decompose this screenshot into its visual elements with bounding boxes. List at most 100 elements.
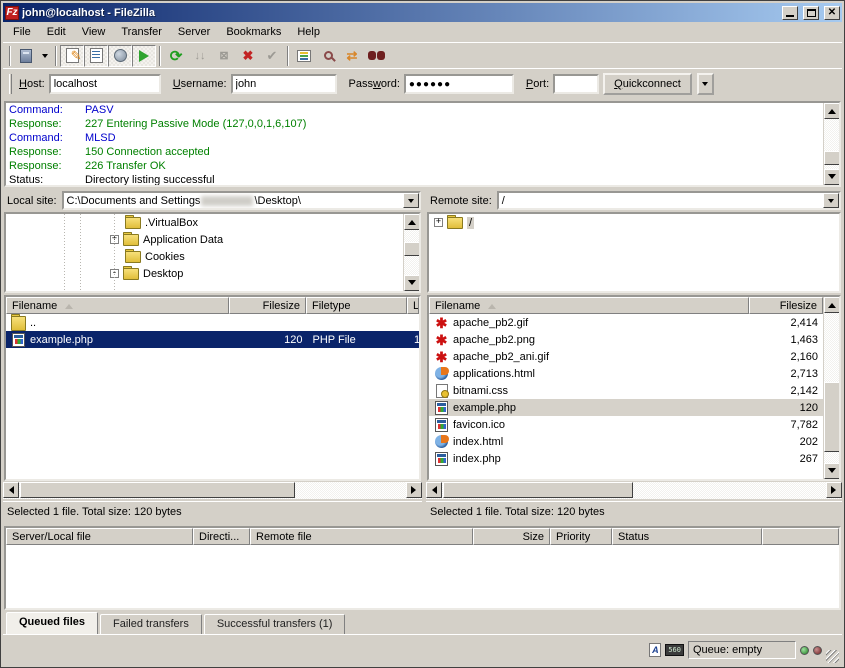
column-header-direction[interactable]: Directi... xyxy=(193,528,250,545)
remote-file-row-selected[interactable]: example.php120 xyxy=(429,399,823,416)
scroll-down-button[interactable] xyxy=(824,463,840,479)
tree-item[interactable]: Cookies xyxy=(6,248,419,265)
filter-button[interactable] xyxy=(292,45,316,67)
close-button[interactable]: ✕ xyxy=(824,6,840,20)
toolbar-grip[interactable] xyxy=(9,74,12,94)
process-queue-button[interactable]: ↓↓ xyxy=(188,45,212,67)
chevron-down-icon xyxy=(408,199,414,206)
scroll-up-button[interactable] xyxy=(404,214,420,230)
menu-view[interactable]: View xyxy=(74,23,114,41)
menu-edit[interactable]: Edit xyxy=(39,23,74,41)
find-files-button[interactable] xyxy=(364,45,388,67)
recheck-button[interactable]: ✔ xyxy=(260,45,284,67)
file-size: 120 xyxy=(749,399,823,416)
toggle-message-log-button[interactable]: ✎ xyxy=(60,45,84,67)
scroll-up-button[interactable] xyxy=(824,297,840,313)
scroll-thumb[interactable] xyxy=(404,242,420,256)
remote-list-scrollbar[interactable] xyxy=(823,297,839,479)
maximize-button[interactable] xyxy=(803,6,819,20)
menu-bookmarks[interactable]: Bookmarks xyxy=(218,23,289,41)
host-input[interactable] xyxy=(49,74,161,94)
expand-icon[interactable]: + xyxy=(434,218,443,227)
synchronized-browsing-button[interactable]: ⇄ xyxy=(340,45,364,67)
file-name: favicon.ico xyxy=(453,419,505,431)
column-header-priority[interactable]: Priority xyxy=(550,528,612,545)
port-input[interactable] xyxy=(553,74,599,94)
menu-server[interactable]: Server xyxy=(170,23,218,41)
remote-file-row[interactable]: favicon.ico7,782 xyxy=(429,416,823,433)
speed-limit-indicator[interactable]: 560 xyxy=(665,642,684,658)
column-header-size[interactable]: Size xyxy=(473,528,550,545)
column-header-lastmodified[interactable]: L xyxy=(407,297,419,314)
column-header-filename[interactable]: Filename xyxy=(429,297,749,314)
html-file-icon xyxy=(435,435,448,448)
remote-path-combo[interactable]: / xyxy=(497,191,841,210)
column-header-filetype[interactable]: Filetype xyxy=(306,297,407,314)
tree-item[interactable]: .VirtualBox xyxy=(6,214,419,231)
quickconnect-dropdown[interactable] xyxy=(697,73,714,95)
minimize-button[interactable] xyxy=(782,6,798,20)
quickconnect-button[interactable]: Quickconnect xyxy=(603,73,692,95)
column-header-filesize[interactable]: Filesize xyxy=(749,297,823,314)
scroll-right-button[interactable] xyxy=(406,482,422,498)
local-tree-scrollbar[interactable] xyxy=(403,214,419,291)
toggle-remote-tree-button[interactable] xyxy=(108,45,132,67)
scroll-thumb[interactable] xyxy=(824,382,840,452)
local-file-row[interactable]: .. xyxy=(6,314,419,331)
tab-successful-transfers[interactable]: Successful transfers (1) xyxy=(204,614,346,634)
scroll-down-button[interactable] xyxy=(824,169,840,185)
scroll-left-button[interactable] xyxy=(426,482,442,498)
tree-item[interactable]: +Application Data xyxy=(6,231,419,248)
scroll-up-button[interactable] xyxy=(824,103,840,119)
disconnect-button[interactable]: ✖ xyxy=(236,45,260,67)
queue-arrow-icon xyxy=(139,50,155,62)
quickconnect-bar: Host: Username: Password: Port: Quickcon… xyxy=(3,68,842,99)
scroll-thumb[interactable] xyxy=(443,482,633,498)
column-header-filename[interactable]: Filename xyxy=(6,297,229,314)
column-header-status[interactable]: Status xyxy=(612,528,762,545)
tree-item[interactable]: -Desktop xyxy=(6,265,419,282)
remote-file-row[interactable]: index.php267 xyxy=(429,450,823,467)
local-path-dropdown[interactable] xyxy=(403,193,419,208)
log-scrollbar[interactable] xyxy=(823,103,839,185)
remote-file-row[interactable]: ✱apache_pb2.gif2,414 xyxy=(429,314,823,331)
remote-file-row[interactable]: ✱apache_pb2_ani.gif2,160 xyxy=(429,348,823,365)
password-input[interactable] xyxy=(404,74,514,94)
local-horizontal-scrollbar[interactable] xyxy=(3,482,422,499)
cancel-operation-button[interactable]: ⊠ xyxy=(212,45,236,67)
tab-failed-transfers[interactable]: Failed transfers xyxy=(100,614,202,634)
remote-file-row[interactable]: applications.html2,713 xyxy=(429,365,823,382)
column-header-server-local-file[interactable]: Server/Local file xyxy=(6,528,193,545)
local-file-row-selected[interactable]: example.php 120 PHP File 1 xyxy=(6,331,419,348)
scroll-thumb[interactable] xyxy=(20,482,295,498)
menu-file[interactable]: File xyxy=(5,23,39,41)
remote-horizontal-scrollbar[interactable] xyxy=(426,482,842,499)
local-path-combo[interactable]: C:\Documents and Settings\Desktop\ xyxy=(62,191,421,210)
scroll-down-button[interactable] xyxy=(404,275,420,291)
directory-comparison-button[interactable] xyxy=(316,45,340,67)
log-line-text: Directory listing successful xyxy=(85,173,215,187)
column-header-filesize[interactable]: Filesize xyxy=(229,297,306,314)
tree-item[interactable]: + / xyxy=(429,214,839,231)
log-line-text: MLSD xyxy=(85,131,116,145)
menu-transfer[interactable]: Transfer xyxy=(113,23,170,41)
resize-grip[interactable] xyxy=(826,650,839,663)
scroll-left-button[interactable] xyxy=(3,482,19,498)
scroll-right-button[interactable] xyxy=(826,482,842,498)
site-manager-dropdown[interactable] xyxy=(38,45,52,67)
remote-file-row[interactable]: bitnami.css2,142 xyxy=(429,382,823,399)
menu-help[interactable]: Help xyxy=(289,23,328,41)
site-manager-button[interactable] xyxy=(14,45,38,67)
open-folder-icon xyxy=(447,217,463,229)
scroll-thumb[interactable] xyxy=(824,151,840,165)
tab-queued-files[interactable]: Queued files xyxy=(6,612,98,634)
toggle-transfer-queue-button[interactable] xyxy=(132,45,156,67)
column-header-remote-file[interactable]: Remote file xyxy=(250,528,473,545)
refresh-button[interactable]: ⟳ xyxy=(164,45,188,67)
username-input[interactable] xyxy=(231,74,337,94)
remote-path-dropdown[interactable] xyxy=(823,193,839,208)
status-bar: A 560 Queue: empty xyxy=(3,634,842,665)
remote-file-row[interactable]: index.html202 xyxy=(429,433,823,450)
remote-file-row[interactable]: ✱apache_pb2.png1,463 xyxy=(429,331,823,348)
toggle-local-tree-button[interactable] xyxy=(84,45,108,67)
